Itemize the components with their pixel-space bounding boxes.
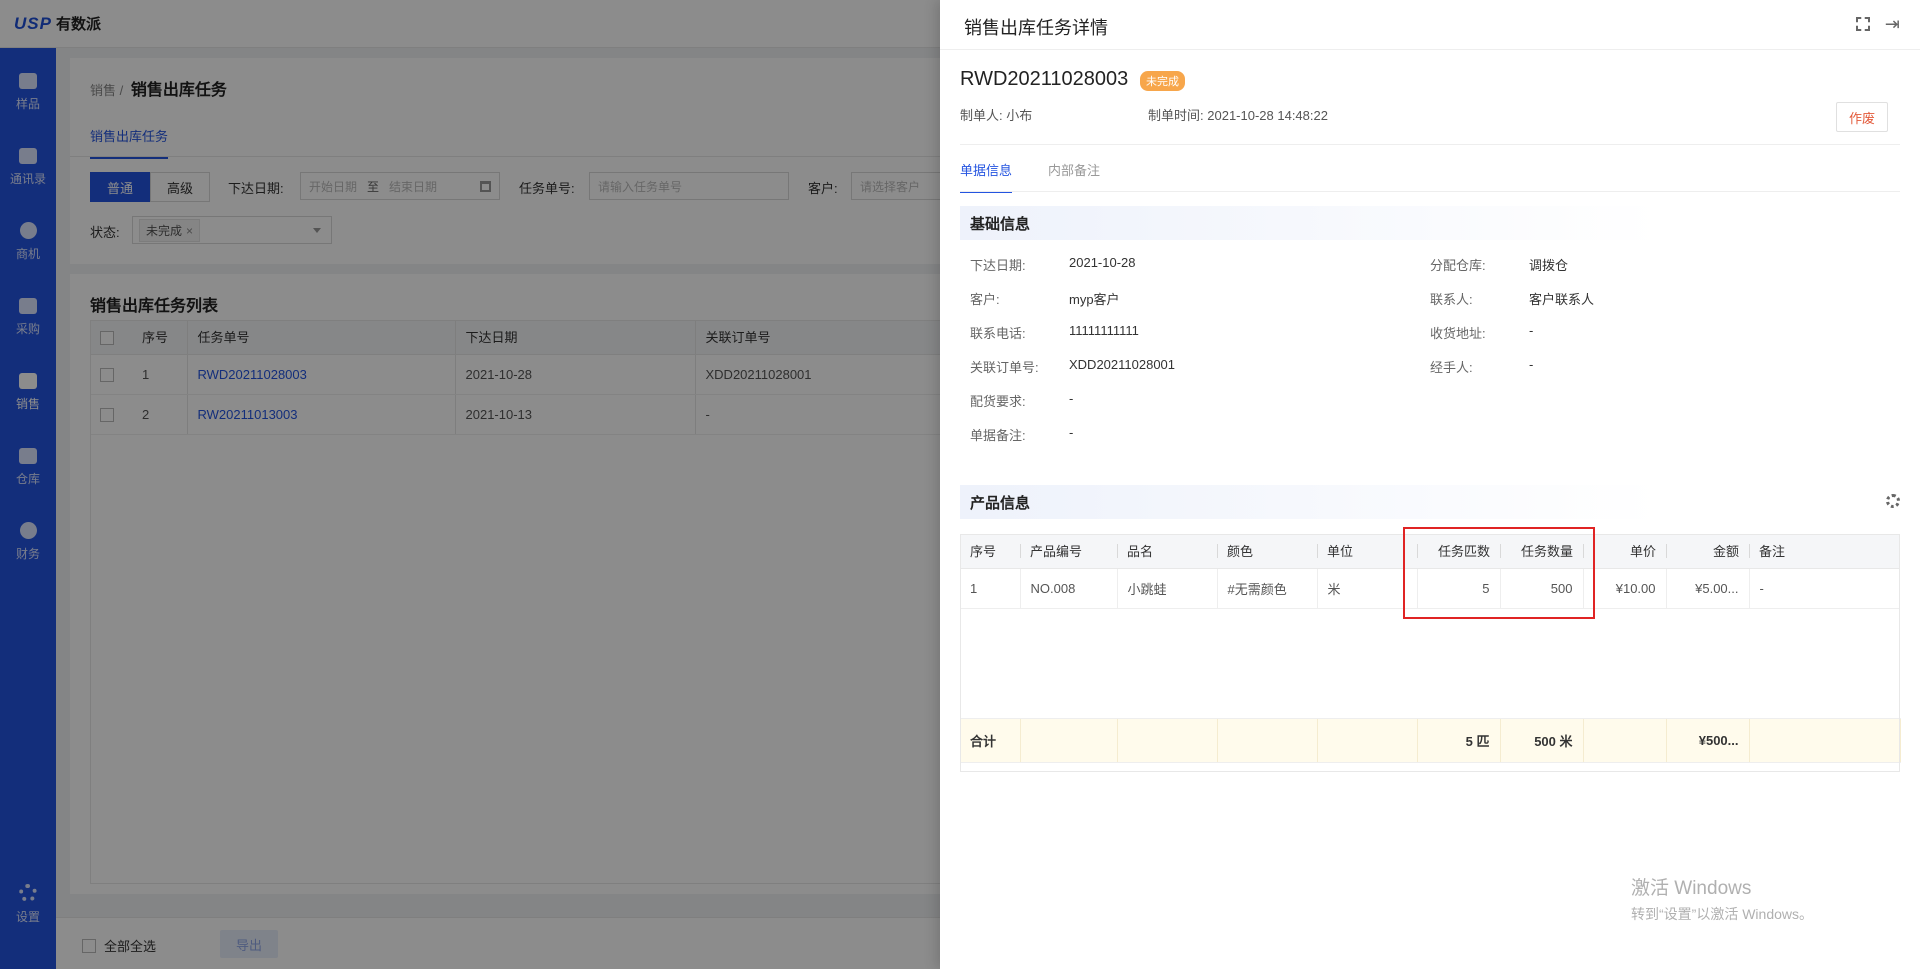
expand-icon[interactable] xyxy=(1856,17,1870,31)
customer-label: 客户: xyxy=(970,292,1000,307)
product-table: 序号 产品编号 品名 颜色 单位 任务匹数 任务数量 单价 金额 备注 1 NO… xyxy=(960,534,1901,763)
table-total-row: 合计 5 匹 500 米 ¥500... xyxy=(960,718,1901,763)
warehouse-value: 调拨仓 xyxy=(1529,258,1569,273)
amount: ¥5.00... xyxy=(1666,568,1750,609)
customer-value: myp客户 xyxy=(1069,292,1120,307)
task-pieces: 5 xyxy=(1417,568,1501,609)
product-color: #无需颜色 xyxy=(1217,568,1318,609)
tab-document-info[interactable]: 单据信息 xyxy=(960,160,1013,193)
contact-label: 联系人: xyxy=(1430,292,1473,307)
product-index: 1 xyxy=(960,568,1021,609)
table-empty-space xyxy=(960,608,1900,719)
phone-value: 11111111111 xyxy=(1069,323,1139,338)
requirement-value: - xyxy=(1069,391,1074,406)
column-header: 单价 xyxy=(1583,534,1666,569)
creator-label: 制单人: xyxy=(960,108,1003,123)
requirement-label: 配货要求: xyxy=(970,394,1026,409)
total-pieces: 5 匹 xyxy=(1417,718,1501,763)
column-header: 任务数量 xyxy=(1500,534,1583,569)
handler-value: - xyxy=(1529,357,1534,372)
note: - xyxy=(1749,568,1900,609)
divider xyxy=(960,191,1900,192)
void-button[interactable]: 作废 xyxy=(1836,102,1888,132)
warehouse-label: 分配仓库: xyxy=(1430,258,1486,273)
document-number: RWD20211028003 xyxy=(960,68,1129,90)
total-amount: ¥500... xyxy=(1666,718,1750,763)
remark-label: 单据备注: xyxy=(970,428,1026,443)
created-time-label: 制单时间: xyxy=(1148,108,1204,123)
unit-price: ¥10.00 xyxy=(1583,568,1667,609)
handler-label: 经手人: xyxy=(1430,360,1473,375)
created-time-value: 2021-10-28 14:48:22 xyxy=(1207,108,1328,123)
address-label: 收货地址: xyxy=(1430,326,1486,341)
product-unit: 米 xyxy=(1317,568,1418,609)
drawer-title: 销售出库任务详情 xyxy=(964,18,1108,38)
issue-date-value: 2021-10-28 xyxy=(1069,255,1136,270)
total-quantity: 500 米 xyxy=(1500,718,1584,763)
product-name: 小跳蛙 xyxy=(1117,568,1218,609)
column-header: 品名 xyxy=(1117,534,1217,569)
phone-label: 联系电话: xyxy=(970,326,1026,341)
task-quantity: 500 xyxy=(1500,568,1584,609)
modal-overlay[interactable] xyxy=(0,0,940,969)
remark-value: - xyxy=(1069,425,1074,440)
watermark-line1: 激活 Windows xyxy=(1631,878,1752,899)
column-header: 单位 xyxy=(1317,534,1417,569)
order-no-value: XDD20211028001 xyxy=(1069,357,1176,372)
order-no-label: 关联订单号: xyxy=(970,360,1039,375)
creator-value: 小布 xyxy=(1006,108,1033,123)
product-code: NO.008 xyxy=(1020,568,1118,609)
created-time-meta: 制单时间: 2021-10-28 14:48:22 xyxy=(1148,105,1328,124)
tab-internal-notes[interactable]: 内部备注 xyxy=(1048,160,1100,191)
column-header: 任务匹数 xyxy=(1417,534,1500,569)
column-header: 序号 xyxy=(960,534,1020,569)
column-header: 金额 xyxy=(1666,534,1749,569)
column-header: 产品编号 xyxy=(1020,534,1117,569)
address-value: - xyxy=(1529,323,1534,338)
gear-icon[interactable] xyxy=(1886,494,1900,508)
collapse-drawer-icon[interactable]: ⇥ xyxy=(1885,14,1900,35)
drawer-header: 销售出库任务详情 ⇥ xyxy=(940,0,1920,50)
total-label: 合计 xyxy=(960,718,1021,763)
column-header: 颜色 xyxy=(1217,534,1317,569)
issue-date-label: 下达日期: xyxy=(970,258,1026,273)
column-header: 备注 xyxy=(1749,534,1900,569)
windows-activation-watermark: 激活 Windows 转到“设置”以激活 Windows。 xyxy=(1631,873,1813,924)
status-badge: 未完成 xyxy=(1140,71,1185,91)
contact-value: 客户联系人 xyxy=(1529,292,1595,307)
task-detail-drawer: 销售出库任务详情 ⇥ RWD20211028003 未完成 制单人: 小布 制单… xyxy=(940,0,1920,969)
product-info-section-title: 产品信息 xyxy=(960,485,1660,519)
table-row: 1 NO.008 小跳蛙 #无需颜色 米 5 500 ¥10.00 ¥5.00.… xyxy=(960,568,1900,609)
divider xyxy=(960,144,1900,145)
creator-meta: 制单人: 小布 xyxy=(960,105,1032,124)
basic-info-section-title: 基础信息 xyxy=(960,206,1660,240)
watermark-line2: 转到“设置”以激活 Windows。 xyxy=(1631,906,1814,922)
